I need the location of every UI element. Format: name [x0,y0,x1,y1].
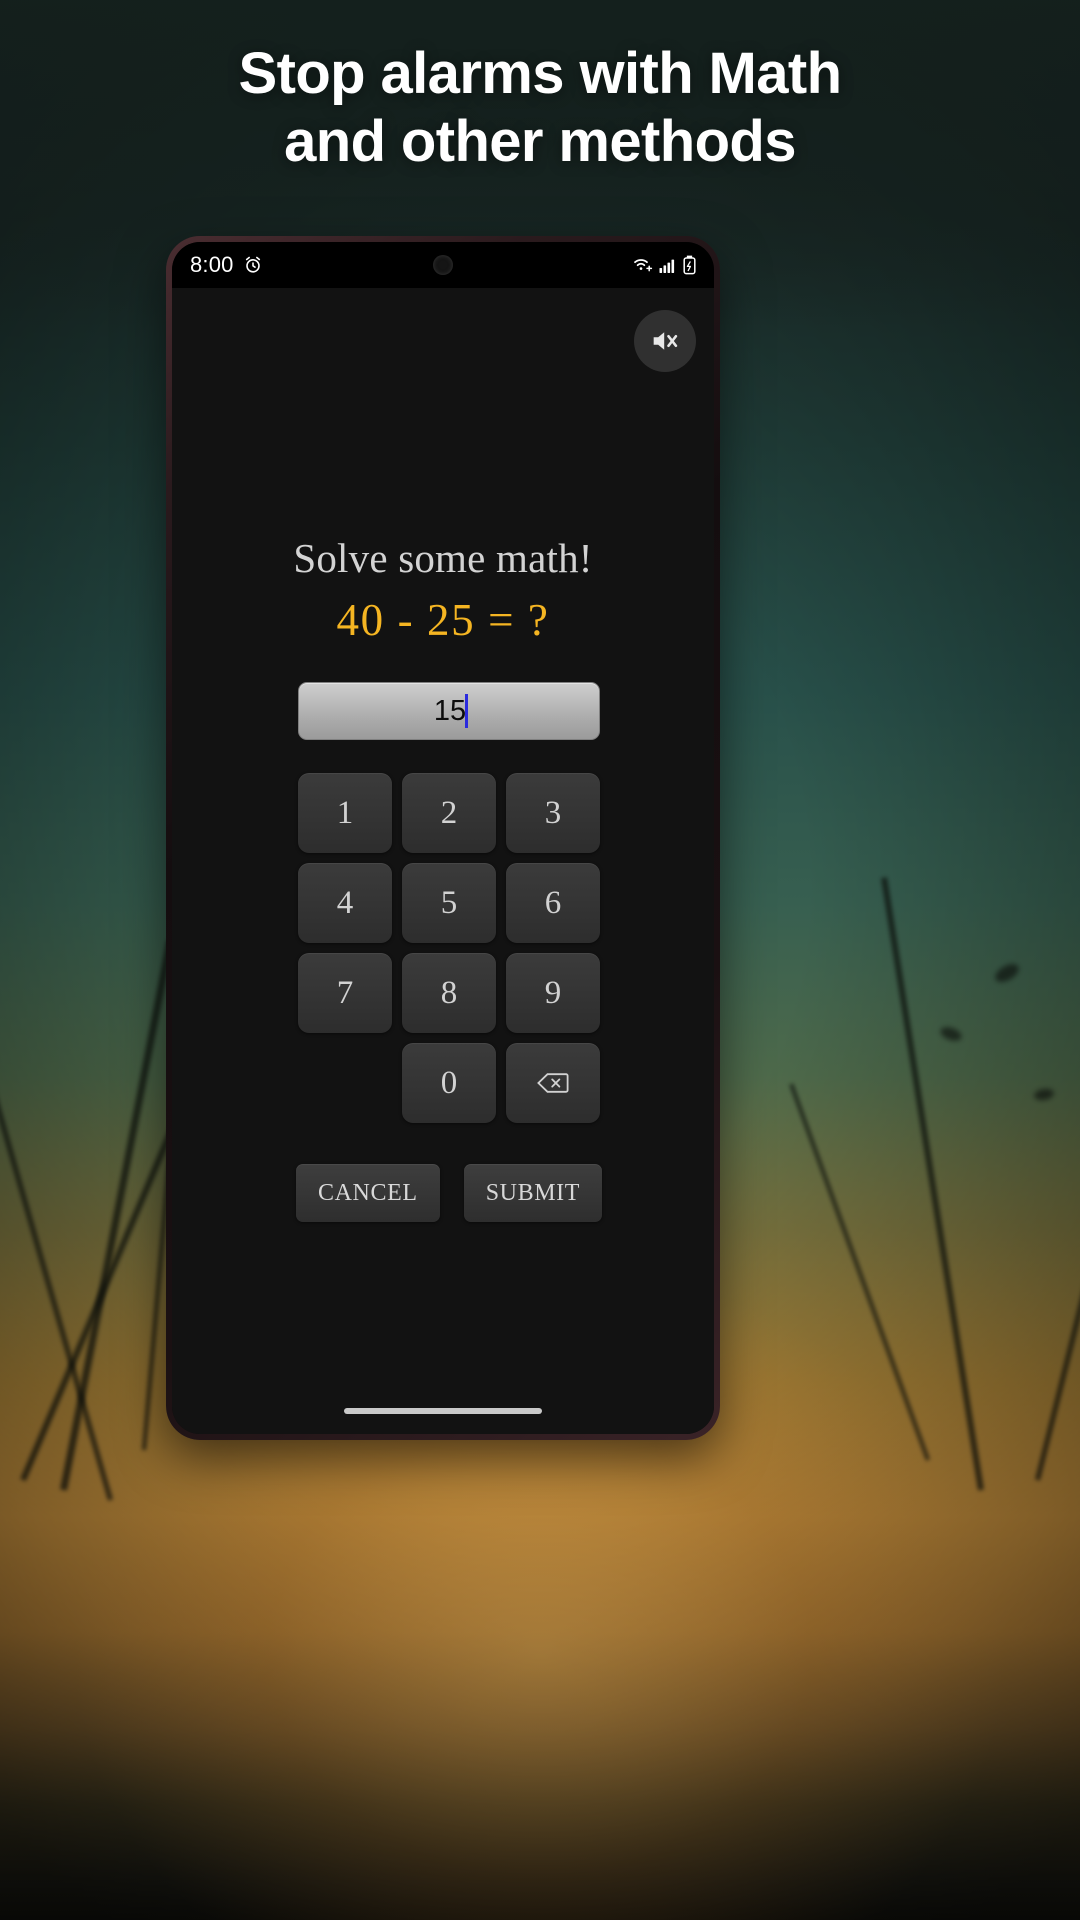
status-bar-right [633,255,696,275]
status-bar-left: 8:00 [190,252,263,278]
math-challenge: Solve some math! 40 - 25 = ? [172,534,714,646]
home-indicator[interactable] [344,1408,542,1414]
phone-screen: 8:00 Solve some math! 40 - 25 = ? 15 1 2… [172,242,714,1434]
keypad-key-7[interactable]: 7 [298,953,392,1033]
screenshot-root: Stop alarms with Math and other methods … [0,0,1080,1920]
keypad-key-label: 3 [544,794,562,831]
answer-input-value: 15 [433,694,467,727]
keypad-key-label: 7 [336,974,354,1011]
keypad-key-label: 6 [544,884,562,921]
status-bar-clock: 8:00 [190,252,234,277]
headline-line-1: Stop alarms with Math [238,41,843,106]
keypad-key-label: 8 [440,974,458,1011]
keypad-key-label: 0 [440,1064,458,1101]
keypad-key-8[interactable]: 8 [402,953,496,1033]
keypad-spacer [298,1043,392,1123]
keypad-key-6[interactable]: 6 [506,863,600,943]
alarm-dismiss-screen: Solve some math! 40 - 25 = ? 15 1 2 3 4 5 6 7 8… [172,288,714,1434]
headline-line-2: and other methods [284,108,796,174]
keypad-key-4[interactable]: 4 [298,863,392,943]
battery-charging-icon [683,255,696,275]
keypad-key-label: 2 [440,794,458,831]
status-bar: 8:00 [172,242,714,288]
keypad-key-0[interactable]: 0 [402,1043,496,1123]
keypad-key-2[interactable]: 2 [402,773,496,853]
cellular-signal-icon [659,256,677,274]
alarm-clock-icon [243,255,263,275]
keypad-key-5[interactable]: 5 [402,863,496,943]
page-title: Stop alarms with Math and other methods [0,40,1080,176]
dialog-actions: CANCEL SUBMIT [296,1164,602,1222]
cancel-button-label: CANCEL [318,1179,418,1206]
keypad-key-label: 1 [336,794,354,831]
math-equation: 40 - 25 = ? [336,595,550,645]
keypad-key-label: 4 [336,884,354,921]
solve-math-title: Solve some math! [293,535,593,581]
wifi-icon [633,256,653,274]
keypad-key-label: 5 [440,884,458,921]
answer-input[interactable]: 15 [298,682,600,740]
keypad-key-3[interactable]: 3 [506,773,600,853]
keypad-key-9[interactable]: 9 [506,953,600,1033]
keypad-backspace-button[interactable] [506,1043,600,1123]
numeric-keypad: 1 2 3 4 5 6 7 8 9 0 [298,773,600,1123]
volume-muted-icon [649,325,681,357]
phone-mockup: 8:00 Solve some math! 40 - 25 = ? 15 1 2… [166,236,720,1440]
mute-button[interactable] [634,310,696,372]
backspace-icon [537,1071,569,1095]
submit-button-label: SUBMIT [485,1179,580,1206]
keypad-key-label: 9 [544,974,562,1011]
keypad-key-1[interactable]: 1 [298,773,392,853]
cancel-button[interactable]: CANCEL [296,1164,440,1222]
submit-button[interactable]: SUBMIT [463,1164,602,1222]
camera-punch-hole [433,255,453,275]
